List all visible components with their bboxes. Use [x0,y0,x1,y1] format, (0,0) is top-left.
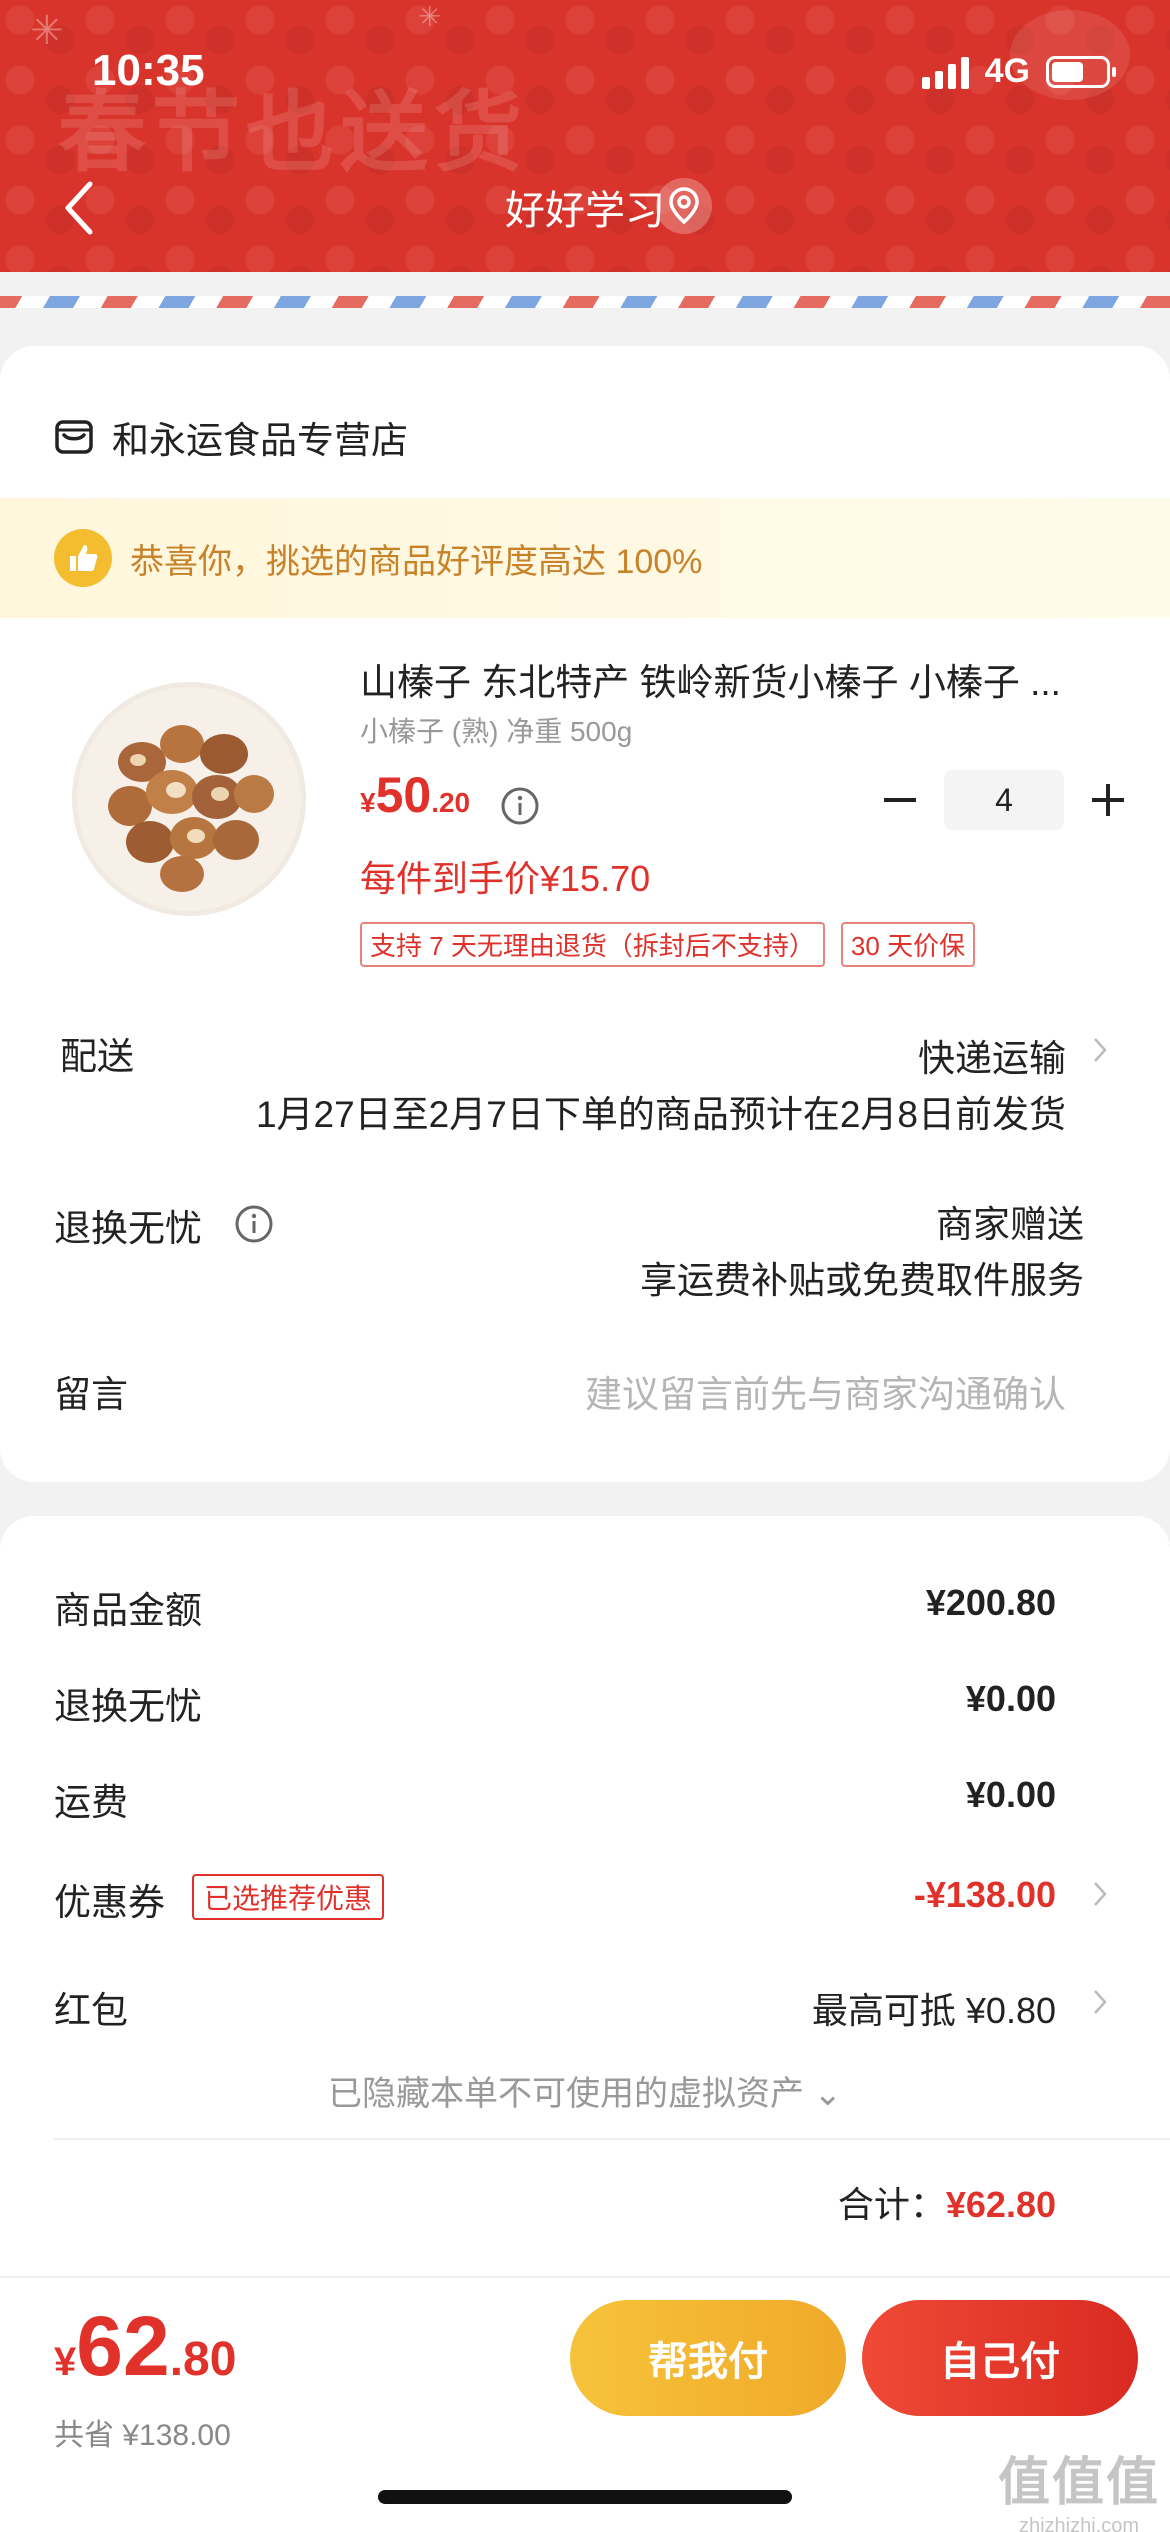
divider [54,2138,1170,2140]
chevron-right-icon[interactable] [1092,1036,1108,1064]
increase-button[interactable] [1088,780,1128,820]
sparkle-icon: ✳ [418,1,442,32]
price-info-icon[interactable] [500,786,540,826]
page-title: 好好学习 [505,189,665,233]
header-banner: ✳ ✳ 春节也送货 10:35 4G 好好学习 [0,0,1170,272]
quantity-value[interactable]: 4 [944,770,1064,830]
pay-integer: 62 [76,2299,170,2393]
message-input[interactable]: 建议留言前先与商家沟通确认 [585,1364,1066,1418]
promo-banner: 恭喜你，挑选的商品好评度高达 100% [0,498,1170,618]
red-packet-value[interactable]: 最高可抵 ¥0.80 [812,1982,1056,2034]
product-image[interactable] [72,682,306,916]
goods-amount-label: 商品金额 [54,1590,202,1631]
return-service-line2: 享运费补贴或免费取件服务 [640,1260,1084,1301]
coupon-label: 优惠券 [54,1882,165,1923]
status-time: 10:35 [92,46,205,95]
status-indicators: 4G [921,52,1116,91]
total-label: 合计： [837,2184,946,2225]
hazelnut-image [77,687,301,911]
airmail-stripe [0,296,1170,308]
saved-amount: 共省 ¥138.00 [54,2419,231,2452]
chevron-right-icon[interactable] [1092,1988,1108,2016]
return-service-line1: 商家赠送 [936,1204,1084,1245]
quantity-stepper: 4 [880,770,1128,830]
minus-icon [884,798,916,802]
return-fee-label: 退换无忧 [54,1686,202,1727]
product-spec[interactable]: 小榛子 (熟) 净重 500g [360,710,632,750]
home-indicator[interactable] [378,2490,792,2504]
shop-header[interactable]: 和永运食品专营店 [54,410,408,464]
service-tags: 支持 7 天无理由退货（拆封后不支持） 30 天价保 [360,922,976,967]
sparkle-icon: ✳ [30,9,64,53]
price-currency: ¥ [360,787,376,818]
return-service-label: 退换无忧 [54,1208,202,1249]
thumbs-up-icon [54,529,112,587]
return-policy-tag: 支持 7 天无理由退货（拆封后不支持） [360,922,825,967]
chevron-right-icon[interactable] [1092,1880,1108,1908]
delivery-method[interactable]: 快递运输 [918,1028,1066,1082]
total-row: 合计：¥62.80 [838,2176,1056,2228]
plus-icon [1092,784,1124,816]
shop-name: 和永运食品专营店 [112,420,408,461]
promo-text: 恭喜你，挑选的商品好评度高达 100% [130,542,703,581]
watermark: 值值值 zhizhizhi.com [998,2440,1160,2532]
delivery-label: 配送 [60,1036,134,1077]
price-decimal: .20 [431,787,471,818]
hidden-assets-toggle[interactable]: 已隐藏本单不可使用的虚拟资产 ⌄ [0,2066,1170,2115]
shop-icon [55,420,93,454]
goods-amount-value: ¥200.80 [925,1582,1056,1623]
product-price: ¥ 50 .20 [360,766,470,824]
shipping-fee-label: 运费 [54,1782,128,1823]
location-pin-icon [669,187,699,225]
product-title[interactable]: 山榛子 东北特产 铁岭新货小榛子 小榛子 ... [360,652,1120,706]
coupon-selected-tag: 已选推荐优惠 [192,1874,385,1920]
delivery-note: 1月27日至2月7日下单的商品预计在2月8日前发货 [255,1094,1066,1135]
network-type: 4G [984,52,1030,90]
message-label: 留言 [54,1374,128,1415]
watermark-url: zhizhizhi.com [1018,2515,1140,2532]
price-summary-card: 商品金额 ¥200.80 退换无忧 ¥0.00 运费 ¥0.00 优惠券 已选推… [0,1516,1170,2276]
watermark-logo: 值值值 [997,2454,1160,2512]
coupon-value[interactable]: -¥138.00 [914,1874,1056,1916]
total-value: ¥62.80 [945,2184,1056,2225]
red-packet-label: 红包 [54,1990,128,2031]
pay-currency: ¥ [54,2340,77,2384]
return-fee-value: ¥0.00 [965,1678,1056,1719]
final-unit-price: 每件到手价¥15.70 [360,858,651,899]
price-integer: 50 [375,767,432,823]
price-protect-tag: 30 天价保 [840,922,976,967]
shipping-fee-value: ¥0.00 [965,1774,1056,1815]
decrease-button[interactable] [880,780,920,820]
return-info-icon[interactable] [234,1204,274,1244]
self-pay-button[interactable]: 自己付 [862,2300,1138,2416]
location-button[interactable] [656,178,712,234]
order-item-card: 和永运食品专营店 恭喜你，挑选的商品好评度高达 100% 山榛子 东北特产 铁岭… [0,346,1170,1482]
pay-decimal: .80 [169,2333,237,2386]
battery-icon [1046,55,1116,88]
signal-icon [921,55,969,89]
pay-amount: ¥ 62 .80 [54,2298,236,2395]
help-pay-button[interactable]: 帮我付 [570,2300,846,2416]
